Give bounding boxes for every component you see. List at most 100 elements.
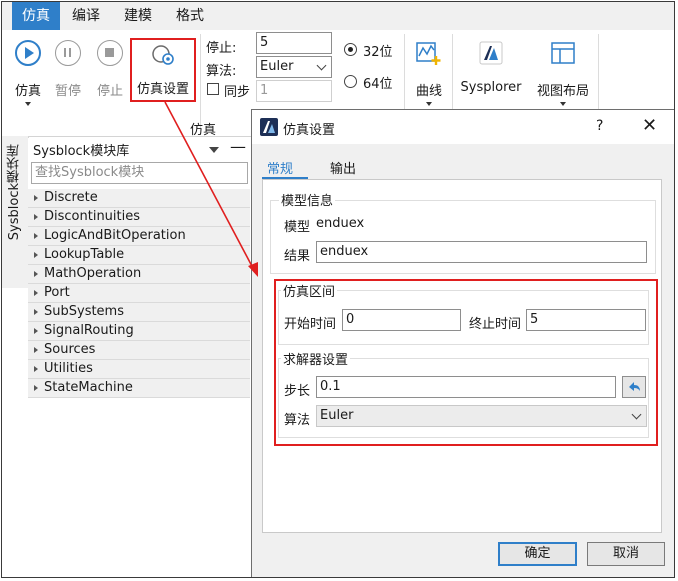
library-item[interactable]: Discontinuities (28, 208, 250, 227)
ribbon-divider (200, 34, 201, 128)
expand-arrow-icon (34, 309, 38, 315)
sysplorer-logo-icon (479, 41, 503, 65)
dialog-titlebar: 仿真设置 ? ✕ (252, 110, 674, 144)
expand-arrow-icon (34, 328, 38, 334)
library-item-label: SubSystems (44, 304, 124, 319)
tab-output[interactable]: 输出 (330, 158, 356, 177)
radio-32bit-label: 32位 (363, 45, 393, 60)
chevron-down-icon (25, 102, 31, 106)
sync-label: 同步 (224, 85, 251, 100)
view-layout-label: 视图布局 (536, 84, 589, 99)
dialog-title: 仿真设置 (283, 123, 336, 138)
dialog-body: 模型信息 模型 enduex 结果 enduex 仿真区间 开始时间 0 终止时… (262, 179, 662, 533)
library-item-label: SignalRouting (44, 323, 134, 338)
library-header: Sysblock模块库 — (28, 137, 252, 160)
expand-arrow-icon (34, 252, 38, 258)
app-window: 仿真 编译 建模 格式 仿真 暂停 停止 仿真设置 停止: 5 算法: Eule… (1, 1, 675, 578)
highlight-box (274, 279, 658, 446)
layout-grid-icon (551, 42, 575, 64)
tab-modeling[interactable]: 建模 (114, 2, 162, 30)
algorithm-select[interactable]: Euler (256, 56, 332, 78)
library-title: Sysblock模块库 (33, 144, 130, 159)
minimize-icon[interactable]: — (230, 137, 246, 156)
simulate-button[interactable]: 仿真 (4, 30, 52, 130)
simulate-label: 仿真 (14, 84, 41, 99)
library-item-label: Utilities (44, 361, 93, 376)
tab-compile[interactable]: 编译 (60, 2, 112, 30)
sim-settings-dialog: 仿真设置 ? ✕ 常规 输出 模型信息 模型 enduex 结果 enduex … (251, 109, 674, 577)
ribbon-group-caption: 仿真 (190, 123, 217, 138)
chevron-down-icon (560, 102, 566, 106)
library-item[interactable]: SignalRouting (28, 322, 250, 341)
radio-64bit-label: 64位 (363, 77, 393, 92)
stop-icon (97, 40, 123, 66)
expand-arrow-icon (34, 271, 38, 277)
curve-label: 曲线 (415, 84, 442, 99)
app-logo-icon (260, 118, 278, 136)
library-item-label: Discrete (44, 190, 98, 205)
sync-checkbox[interactable] (207, 83, 219, 95)
sidebar-vertical-tab[interactable]: Sysblock模块库 (2, 136, 29, 288)
library-item[interactable]: Sources (28, 341, 250, 360)
stop-time-input[interactable]: 5 (256, 32, 332, 54)
dropdown-arrow-icon[interactable] (208, 146, 220, 154)
result-input[interactable]: enduex (316, 241, 647, 263)
library-item-label: Sources (44, 342, 96, 357)
library-item[interactable]: SubSystems (28, 303, 250, 322)
expand-arrow-icon (34, 290, 38, 296)
library-item-label: Discontinuities (44, 209, 141, 224)
radio-32bit[interactable] (344, 43, 357, 56)
tab-format[interactable]: 格式 (166, 2, 214, 30)
ok-button[interactable]: 确定 (498, 542, 577, 566)
library-item-label: LookupTable (44, 247, 125, 262)
library-panel: Sysblock模块库 — 查找Sysblock模块 Discrete Disc… (28, 137, 252, 577)
help-button[interactable]: ? (596, 118, 603, 134)
model-label: 模型 (284, 220, 311, 235)
algorithm-value: Euler (260, 59, 294, 74)
model-info-title: 模型信息 (279, 190, 336, 209)
result-label: 结果 (284, 249, 311, 264)
pause-button[interactable]: 暂停 (46, 30, 90, 130)
library-item-label: LogicAndBitOperation (44, 228, 186, 243)
library-item-label: StateMachine (44, 380, 133, 395)
library-item[interactable]: Port (28, 284, 250, 303)
library-item-label: Port (44, 285, 70, 300)
expand-arrow-icon (34, 195, 38, 201)
library-item[interactable]: MathOperation (28, 265, 250, 284)
menu-bar: 仿真 编译 建模 格式 (2, 2, 674, 30)
library-item[interactable]: LookupTable (28, 246, 250, 265)
expand-arrow-icon (34, 366, 38, 372)
library-item[interactable]: LogicAndBitOperation (28, 227, 250, 246)
sync-input: 1 (256, 80, 332, 102)
stop-button[interactable]: 停止 (88, 30, 132, 130)
radio-64bit[interactable] (344, 75, 357, 88)
tab-general[interactable]: 常规 (267, 158, 293, 177)
settings-gear-icon (152, 45, 174, 65)
algorithm-label: 算法: (206, 64, 237, 79)
library-item-label: MathOperation (44, 266, 142, 281)
pause-label: 暂停 (54, 84, 81, 99)
sim-settings-label: 仿真设置 (136, 82, 189, 97)
library-search-input[interactable]: 查找Sysblock模块 (31, 162, 248, 184)
sysplorer-label: Sysplorer (460, 80, 522, 95)
sidebar-vtab-label: Sysblock模块库 (7, 144, 22, 241)
expand-arrow-icon (34, 233, 38, 239)
library-item[interactable]: StateMachine (28, 379, 250, 398)
library-item[interactable]: Utilities (28, 360, 250, 379)
cancel-button[interactable]: 取消 (587, 542, 665, 566)
tab-simulation[interactable]: 仿真 (12, 2, 60, 30)
stop-time-label: 停止: (206, 41, 237, 56)
play-icon (15, 40, 41, 66)
chevron-down-icon (316, 60, 327, 71)
model-value: enduex (316, 216, 365, 231)
curve-chart-icon (416, 42, 441, 65)
library-item[interactable]: Discrete (28, 189, 250, 208)
expand-arrow-icon (34, 385, 38, 391)
sim-settings-button[interactable]: 仿真设置 (130, 38, 196, 102)
pause-icon (55, 40, 81, 66)
chevron-down-icon (426, 102, 432, 106)
close-button[interactable]: ✕ (642, 115, 657, 136)
stop-label: 停止 (96, 84, 123, 99)
expand-arrow-icon (34, 347, 38, 353)
expand-arrow-icon (34, 214, 38, 220)
